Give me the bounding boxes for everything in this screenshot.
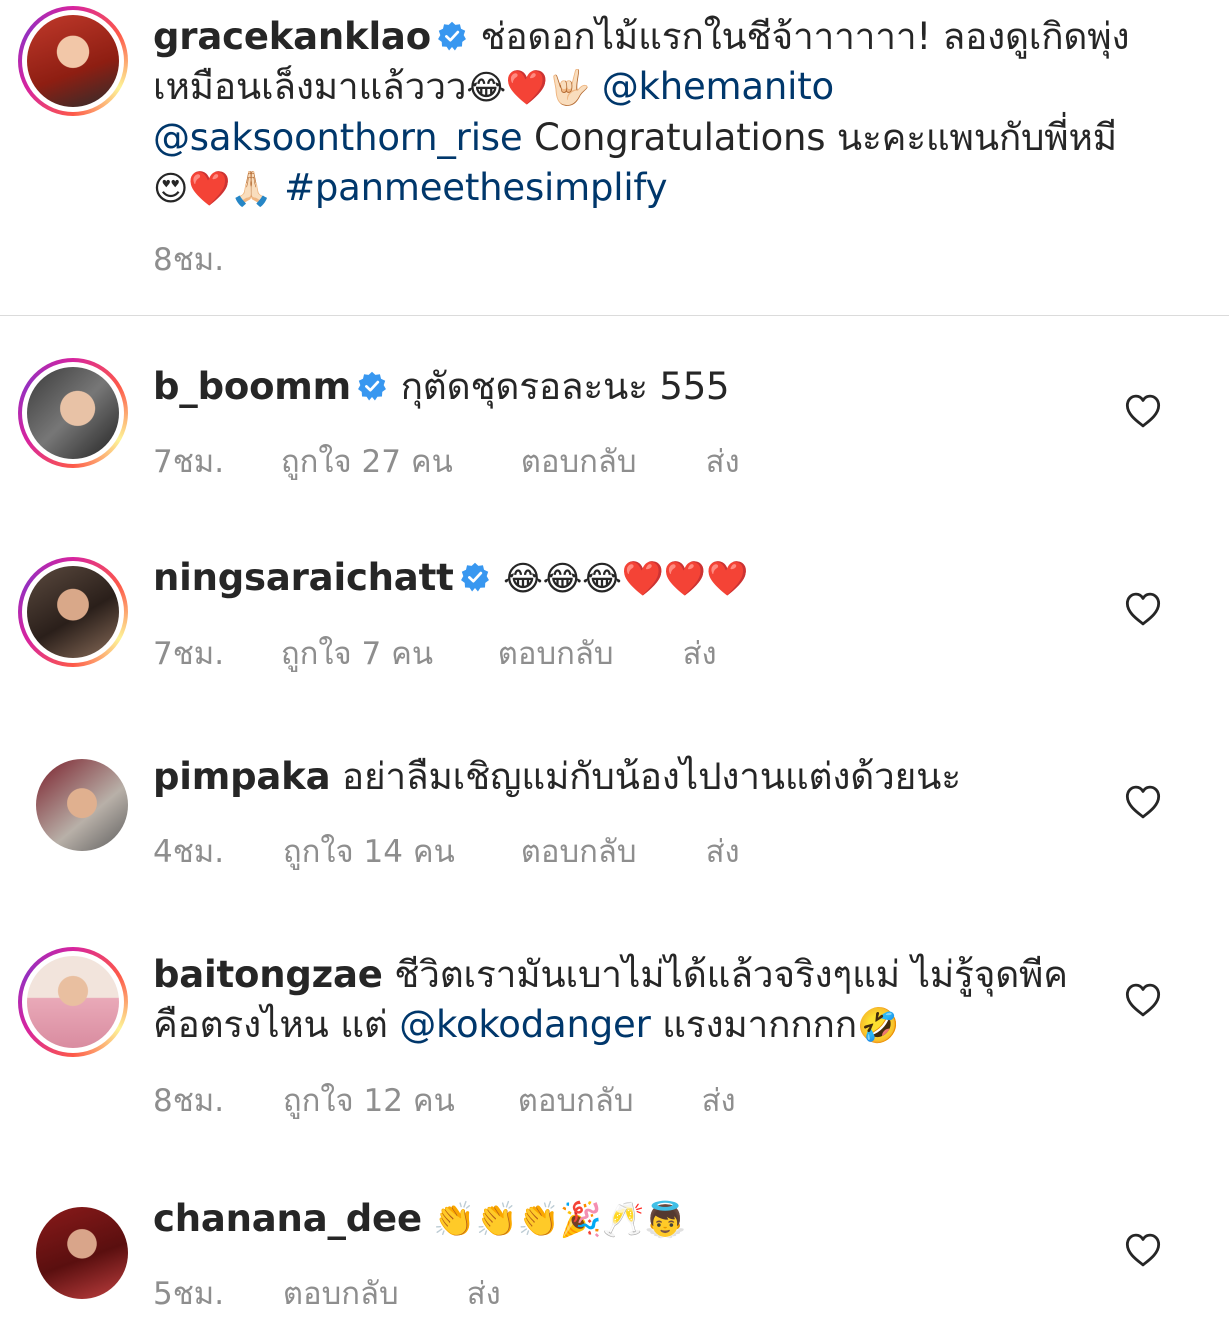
avatar-gracekanklao[interactable] bbox=[18, 6, 128, 116]
comment-likes[interactable]: ถูกใจ 7 คน bbox=[281, 628, 488, 678]
verified-badge-icon bbox=[357, 371, 387, 401]
caption-text-part2: Congratulations นะคะแพนกับพี่หมี bbox=[533, 116, 1117, 159]
caption-emoji-1: 😂❤️🤟🏻 bbox=[466, 68, 591, 108]
verified-badge-icon bbox=[460, 562, 490, 592]
heart-outline-icon[interactable] bbox=[1124, 393, 1162, 429]
comment-username[interactable]: b_boomm bbox=[153, 365, 351, 408]
reply-button[interactable]: ตอบกลับ bbox=[283, 1268, 457, 1318]
comment-likes[interactable]: ถูกใจ 27 คน bbox=[281, 436, 511, 486]
reply-button[interactable]: ตอบกลับ bbox=[498, 628, 673, 678]
comment-body-after: แรงมากกกก bbox=[662, 1003, 857, 1046]
reply-button[interactable]: ตอบกลับ bbox=[518, 1075, 692, 1125]
avatar-baitongzae[interactable] bbox=[18, 947, 128, 1057]
comment-username[interactable]: ningsaraichatt bbox=[153, 556, 454, 599]
comment-emoji: 🤣 bbox=[856, 1006, 900, 1046]
comment-text: baitongzae ชีวิตเรามันเบาไม่ได้แล้วจริงๆ… bbox=[153, 950, 1073, 1051]
heart-outline-icon[interactable] bbox=[1124, 784, 1162, 820]
avatar-ningsaraichatt[interactable] bbox=[18, 557, 128, 667]
caption-time: 8ชม. bbox=[153, 242, 225, 278]
avatar-pimpaka[interactable] bbox=[18, 741, 128, 851]
comment-meta: 8ชม. ถูกใจ 12 คน ตอบกลับ ส่ง bbox=[153, 1075, 736, 1125]
comment-time: 7ชม. bbox=[153, 636, 225, 672]
comments-screen: gracekanklao ช่อดอกไม้แรกในชีจ้าาาาาา! ล… bbox=[0, 0, 1229, 1333]
comment-username[interactable]: pimpaka bbox=[153, 755, 331, 798]
avatar-chanana-dee[interactable] bbox=[18, 1189, 128, 1299]
caption-username[interactable]: gracekanklao bbox=[153, 15, 431, 58]
send-button[interactable]: ส่ง bbox=[706, 436, 740, 486]
comment-time: 7ชม. bbox=[153, 444, 225, 480]
heart-outline-icon[interactable] bbox=[1124, 1232, 1162, 1268]
caption-text: gracekanklao ช่อดอกไม้แรกในชีจ้าาาาาา! ล… bbox=[153, 12, 1153, 214]
comment-meta: 4ชม. ถูกใจ 14 คน ตอบกลับ ส่ง bbox=[153, 826, 740, 876]
caption-meta: 8ชม. bbox=[153, 234, 224, 284]
send-button[interactable]: ส่ง bbox=[702, 1075, 736, 1125]
send-button[interactable]: ส่ง bbox=[683, 628, 717, 678]
comment-meta: 5ชม. ตอบกลับ ส่ง bbox=[153, 1268, 501, 1318]
comment-meta: 7ชม. ถูกใจ 7 คน ตอบกลับ ส่ง bbox=[153, 628, 717, 678]
comment-time: 8ชม. bbox=[153, 1083, 225, 1119]
comment-time: 4ชม. bbox=[153, 834, 225, 870]
comment-meta: 7ชม. ถูกใจ 27 คน ตอบกลับ ส่ง bbox=[153, 436, 740, 486]
comment-likes[interactable]: ถูกใจ 12 คน bbox=[283, 1075, 508, 1125]
heart-outline-icon[interactable] bbox=[1124, 982, 1162, 1018]
reply-button[interactable]: ตอบกลับ bbox=[521, 436, 696, 486]
comment-likes[interactable]: ถูกใจ 14 คน bbox=[283, 826, 511, 876]
comment-username[interactable]: baitongzae bbox=[153, 953, 383, 996]
heart-outline-icon[interactable] bbox=[1124, 591, 1162, 627]
comment-body: อย่าลืมเชิญแม่กับน้องไปงานแต่งด้วยนะ bbox=[341, 755, 961, 798]
comment-text: chanana_dee 👏👏👏🎉🥂👼 bbox=[153, 1194, 1153, 1245]
comment-text: ningsaraichatt 😂😂😂❤️❤️❤️ bbox=[153, 553, 1153, 604]
caption-emoji-2: 😍❤️🙏🏻 bbox=[153, 169, 273, 209]
verified-badge-icon bbox=[437, 21, 467, 51]
send-button[interactable]: ส่ง bbox=[706, 826, 740, 876]
send-button[interactable]: ส่ง bbox=[467, 1268, 501, 1318]
comment-text: pimpaka อย่าลืมเชิญแม่กับน้องไปงานแต่งด้… bbox=[153, 752, 1153, 802]
comment-body: 😂😂😂❤️❤️❤️ bbox=[503, 559, 749, 599]
avatar-b-boomm[interactable] bbox=[18, 358, 128, 468]
caption-divider bbox=[0, 315, 1229, 316]
comment-body: กุตัดชุดรอละนะ 555 bbox=[400, 365, 730, 408]
reply-button[interactable]: ตอบกลับ bbox=[521, 826, 696, 876]
post-caption: gracekanklao ช่อดอกไม้แรกในชีจ้าาาาาา! ล… bbox=[0, 0, 1229, 316]
comment-time: 5ชม. bbox=[153, 1276, 225, 1312]
comment-username[interactable]: chanana_dee bbox=[153, 1197, 422, 1240]
comment-text: b_boomm กุตัดชุดรอละนะ 555 bbox=[153, 362, 1153, 412]
comment-body: 👏👏👏🎉🥂👼 bbox=[433, 1200, 687, 1240]
comment-mention-kokodanger[interactable]: @kokodanger bbox=[399, 1003, 651, 1046]
caption-mention-saksoonthorn[interactable]: @saksoonthorn_rise bbox=[153, 116, 523, 159]
caption-hashtag[interactable]: #panmeethesimplify bbox=[284, 166, 667, 209]
caption-mention-khemanito[interactable]: @khemanito bbox=[602, 65, 834, 108]
